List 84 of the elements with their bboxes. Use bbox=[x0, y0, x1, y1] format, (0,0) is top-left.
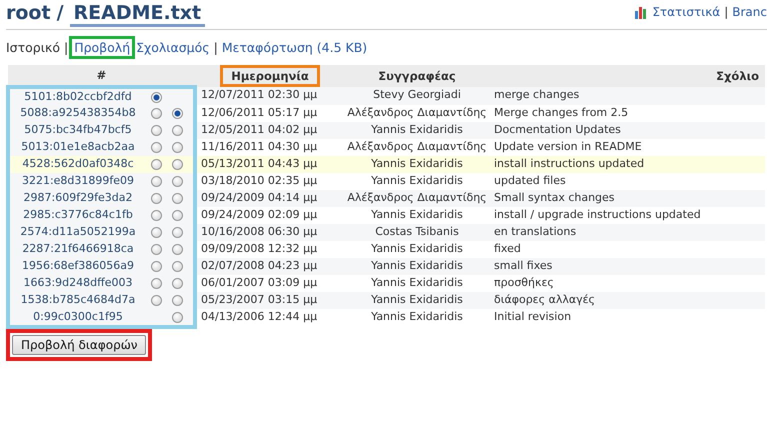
comment-cell: Update version in README bbox=[487, 139, 765, 156]
date-cell: 12/05/2011 04:02 μμ bbox=[195, 122, 347, 139]
radio-button[interactable] bbox=[151, 192, 162, 204]
radio-button[interactable] bbox=[151, 278, 162, 288]
radio-button[interactable] bbox=[172, 192, 183, 204]
date-cell: 05/13/2011 04:43 μμ bbox=[195, 156, 347, 173]
author-cell: Yannis Exidaridis bbox=[347, 258, 487, 275]
top-link[interactable]: Στατιστικά bbox=[652, 5, 720, 19]
nav-link[interactable]: Προβολή bbox=[72, 39, 132, 56]
date-cell: 09/24/2009 04:14 μμ bbox=[195, 190, 347, 207]
column-header: Ημερομηνία bbox=[223, 68, 317, 84]
radio-button[interactable] bbox=[151, 158, 162, 170]
file-name: README.txt bbox=[70, 2, 206, 27]
author-cell: Stevy Georgiadi bbox=[347, 87, 487, 105]
date-cell: 04/13/2006 12:44 μμ bbox=[195, 309, 347, 327]
author-cell: Αλέξανδρος Διαμαντίδης bbox=[347, 190, 487, 207]
author-cell: Αλέξανδρος Διαμαντίδης bbox=[347, 139, 487, 156]
radio-button[interactable] bbox=[172, 294, 183, 306]
comment-cell: updated files bbox=[487, 173, 765, 190]
radio-button[interactable] bbox=[151, 176, 162, 186]
root-link[interactable]: root bbox=[6, 2, 51, 27]
radio-button[interactable] bbox=[151, 244, 162, 254]
nav-link[interactable]: Σχολιασμός bbox=[136, 40, 210, 55]
radio-button[interactable] bbox=[172, 226, 183, 238]
date-cell: 10/16/2008 06:30 μμ bbox=[195, 224, 347, 241]
date-cell: 05/23/2007 03:15 μμ bbox=[195, 292, 347, 309]
comment-cell: Merge changes from 2.5 bbox=[487, 105, 765, 122]
column-header: # bbox=[8, 65, 195, 87]
link-separator: | bbox=[724, 5, 728, 19]
author-cell: Costas Tsibanis bbox=[347, 224, 487, 241]
date-cell: 09/09/2008 12:32 μμ bbox=[195, 241, 347, 258]
radio-button[interactable] bbox=[172, 158, 183, 170]
view-diff-button[interactable]: Προβολή διαφορών bbox=[12, 335, 146, 355]
nav-link[interactable]: Μεταφόρτωση (4.5 KB) bbox=[222, 40, 368, 55]
date-cell: 11/16/2011 04:30 μμ bbox=[195, 139, 347, 156]
radio-button[interactable] bbox=[151, 260, 162, 272]
radio-button[interactable] bbox=[172, 260, 183, 272]
top-link[interactable]: Branc bbox=[732, 5, 767, 19]
comment-cell: Docmentation Updates bbox=[487, 122, 765, 139]
date-cell: 03/18/2010 02:35 μμ bbox=[195, 173, 347, 190]
radio-button[interactable] bbox=[172, 244, 183, 254]
bar-chart-icon bbox=[634, 6, 648, 18]
radio-button[interactable] bbox=[172, 142, 183, 152]
author-cell: Yannis Exidaridis bbox=[347, 275, 487, 292]
radio-button[interactable] bbox=[151, 124, 162, 136]
author-cell: Yannis Exidaridis bbox=[347, 156, 487, 173]
date-cell: 02/07/2008 04:23 μμ bbox=[195, 258, 347, 275]
radio-button[interactable] bbox=[172, 176, 183, 186]
column-header: Συγγραφέας bbox=[347, 65, 487, 87]
column-header: Σχόλιο bbox=[487, 65, 765, 87]
radio-button[interactable] bbox=[172, 278, 183, 288]
author-cell: Αλέξανδρος Διαμαντίδης bbox=[347, 105, 487, 122]
radio-button[interactable] bbox=[151, 108, 162, 118]
author-cell: Yannis Exidaridis bbox=[347, 122, 487, 139]
author-cell: Yannis Exidaridis bbox=[347, 241, 487, 258]
author-cell: Yannis Exidaridis bbox=[347, 292, 487, 309]
comment-cell: merge changes bbox=[487, 87, 765, 105]
comment-cell: Small syntax changes bbox=[487, 190, 765, 207]
comment-cell: en translations bbox=[487, 224, 765, 241]
link-separator: | bbox=[64, 40, 68, 55]
comment-cell: fixed bbox=[487, 241, 765, 258]
radio-button[interactable] bbox=[172, 108, 183, 118]
date-cell: 06/01/2007 03:09 μμ bbox=[195, 275, 347, 292]
link-separator: | bbox=[214, 40, 218, 55]
comment-cell: small fixes bbox=[487, 258, 765, 275]
author-cell: Yannis Exidaridis bbox=[347, 207, 487, 224]
date-cell: 12/07/2011 02:30 μμ bbox=[195, 87, 347, 105]
date-cell: 12/06/2011 05:17 μμ bbox=[195, 105, 347, 122]
comment-cell: διάφορες αλλαγές bbox=[487, 292, 765, 309]
radio-button[interactable] bbox=[151, 92, 162, 102]
radio-button[interactable] bbox=[172, 210, 183, 220]
comment-cell: προσθήκες bbox=[487, 275, 765, 292]
current-view[interactable]: Ιστορικό bbox=[6, 40, 60, 55]
date-cell: 09/24/2009 02:09 μμ bbox=[195, 207, 347, 224]
radio-button[interactable] bbox=[172, 124, 183, 136]
author-cell: Yannis Exidaridis bbox=[347, 173, 487, 190]
path-separator: / bbox=[56, 2, 64, 26]
comment-cell: install / upgrade instructions updated bbox=[487, 207, 765, 224]
radio-button[interactable] bbox=[151, 210, 162, 220]
radio-button[interactable] bbox=[172, 312, 183, 322]
radio-button[interactable] bbox=[151, 142, 162, 152]
comment-cell: install instructions updated bbox=[487, 156, 765, 173]
radio-button[interactable] bbox=[151, 294, 162, 306]
radio-button[interactable] bbox=[151, 226, 162, 238]
